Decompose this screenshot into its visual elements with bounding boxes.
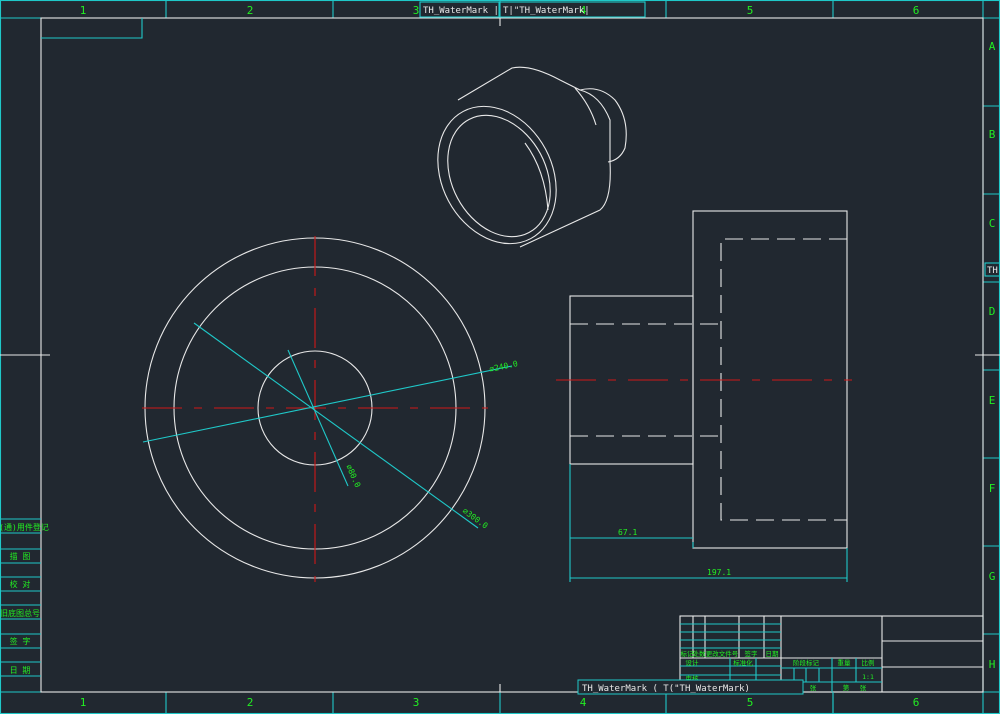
front-view: ⌀240.0 ⌀300.0 ⌀80.0 bbox=[142, 236, 519, 582]
dim-80-label: ⌀80.0 bbox=[344, 463, 362, 489]
dim-line-300 bbox=[193, 322, 479, 529]
svg-text:TH: TH bbox=[987, 266, 998, 276]
svg-text:更改文件号: 更改文件号 bbox=[706, 649, 739, 658]
svg-text:设计: 设计 bbox=[686, 658, 700, 667]
svg-text:处数: 处数 bbox=[693, 649, 707, 658]
svg-text:校 对: 校 对 bbox=[10, 579, 31, 589]
dim-67-label: 67.1 bbox=[618, 528, 637, 537]
svg-text:张: 张 bbox=[860, 683, 867, 692]
svg-text:T|"TH_WaterMark|: T|"TH_WaterMark| bbox=[503, 6, 590, 16]
svg-text:F: F bbox=[989, 482, 996, 495]
svg-text:1:1: 1:1 bbox=[862, 673, 874, 681]
svg-text:G: G bbox=[989, 570, 996, 583]
col-label: 1 bbox=[80, 4, 87, 17]
svg-text:阶段标记: 阶段标记 bbox=[793, 658, 820, 667]
svg-text:E: E bbox=[989, 394, 996, 407]
watermark-top: TH_WaterMark | T|"TH_WaterMark| bbox=[419, 1, 646, 18]
svg-text:签 字: 签 字 bbox=[10, 636, 31, 646]
svg-text:3: 3 bbox=[413, 696, 420, 709]
svg-text:描 图: 描 图 bbox=[10, 551, 31, 561]
svg-text:张: 张 bbox=[810, 683, 817, 692]
dim-240-label: ⌀240.0 bbox=[489, 359, 519, 374]
watermark-right: TH bbox=[984, 262, 1000, 277]
inner-frame bbox=[40, 17, 984, 693]
svg-text:比例: 比例 bbox=[862, 658, 875, 667]
outer-border bbox=[0, 0, 1000, 714]
col-label: 6 bbox=[913, 4, 920, 17]
svg-text:TH_WaterMark |: TH_WaterMark | bbox=[423, 6, 499, 16]
dim-197-label: 197.1 bbox=[707, 568, 731, 577]
svg-text:H: H bbox=[989, 658, 996, 671]
svg-text:5: 5 bbox=[747, 696, 754, 709]
svg-text:1: 1 bbox=[80, 696, 87, 709]
svg-text:借(通)用件登记: 借(通)用件登记 bbox=[0, 522, 49, 532]
svg-text:D: D bbox=[989, 305, 996, 318]
cad-drawing-canvas[interactable]: 1 2 3 4 5 6 12 34 56 AB CD EF GH TH_Wate… bbox=[0, 0, 1000, 714]
isometric-view bbox=[437, 66, 627, 248]
svg-text:日期: 日期 bbox=[766, 650, 780, 658]
col-label: 2 bbox=[247, 4, 254, 17]
svg-text:重量: 重量 bbox=[838, 659, 852, 667]
svg-text:日 期: 日 期 bbox=[10, 666, 31, 675]
svg-text:B: B bbox=[989, 128, 996, 141]
svg-text:6: 6 bbox=[913, 696, 920, 709]
svg-text:4: 4 bbox=[580, 696, 587, 709]
svg-text:A: A bbox=[989, 40, 996, 53]
dim-line-240 bbox=[142, 365, 513, 443]
dim-line-80 bbox=[287, 349, 349, 487]
watermark-bottom: TH_WaterMark ( T("TH_WaterMark) bbox=[577, 679, 804, 695]
svg-text:2: 2 bbox=[247, 696, 254, 709]
svg-text:TH_WaterMark ( T("TH_WaterMark: TH_WaterMark ( T("TH_WaterMark) bbox=[582, 684, 750, 694]
svg-text:第: 第 bbox=[843, 683, 850, 692]
drawing-sheet: 1 2 3 4 5 6 12 34 56 AB CD EF GH TH_Wate… bbox=[0, 0, 1000, 714]
svg-text:C: C bbox=[989, 217, 996, 230]
svg-text:旧底图总号: 旧底图总号 bbox=[0, 608, 40, 618]
svg-text:标准化: 标准化 bbox=[733, 658, 753, 667]
col-label: 5 bbox=[747, 4, 754, 17]
svg-text:签字: 签字 bbox=[745, 649, 759, 658]
title-block: 标记 处数 更改文件号 签字 日期 设计 标准化 审核 工艺 批准 阶段标记 重… bbox=[679, 615, 984, 714]
col-label: 3 bbox=[413, 4, 420, 17]
corner-box bbox=[41, 18, 143, 39]
side-view: 67.1 197.1 bbox=[556, 210, 852, 582]
center-marks bbox=[0, 18, 1000, 692]
